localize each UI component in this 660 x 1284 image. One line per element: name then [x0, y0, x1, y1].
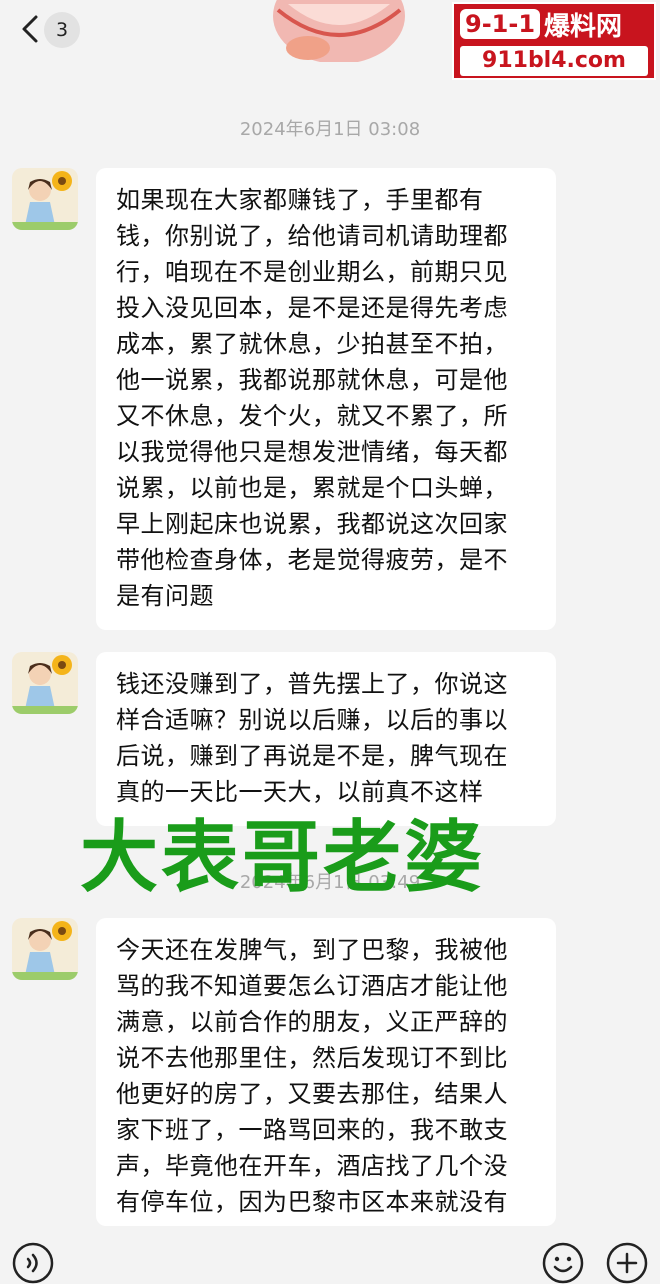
- message-line: 又不休息，发个火，就又不累了，所: [116, 402, 508, 430]
- message-line: 真的一天比一天大，以前真不这样: [116, 778, 484, 806]
- unread-count-badge[interactable]: 3: [44, 12, 80, 48]
- message-line: 满意，以前合作的朋友，义正严辞的: [116, 1008, 508, 1036]
- emoji-icon[interactable]: [542, 1242, 584, 1284]
- voice-icon[interactable]: [12, 1242, 54, 1284]
- message-line: 骂的我不知道要怎么订酒店才能让他: [116, 972, 508, 1000]
- message-bubble[interactable]: 今天还在发脾气，到了巴黎，我被他 骂的我不知道要怎么订酒店才能让他 满意，以前合作的…: [96, 918, 556, 1226]
- message-bubble[interactable]: 如果现在大家都赚钱了，手里都有 钱，你别说了，给他请司机请助理都 行，咱现在不是创业…: [96, 168, 556, 630]
- message-line: 投入没见回本，是不是还是得先考虑: [116, 294, 508, 322]
- message-timestamp: 2024年6月1日 03:08: [239, 119, 421, 140]
- message-line: 早上刚起床也说累，我都说这次回家: [116, 510, 508, 538]
- avatar-image: [12, 918, 78, 980]
- contact-avatar[interactable]: [268, 0, 410, 62]
- message-line: 样合适嘛？别说以后赚，以后的事以: [116, 706, 508, 734]
- message-line: 他更好的房了，又要去那住，结果人: [116, 1080, 508, 1108]
- message-line: 说不去他那里住，然后发现订不到比: [116, 1044, 508, 1072]
- overlay-caption: 大表哥老婆: [80, 813, 486, 903]
- chevron-left-icon[interactable]: [18, 14, 44, 44]
- message-line: 如果现在大家都赚钱了，手里都有: [116, 186, 484, 214]
- message-line: 声，毕竟他在开车，酒店找了几个没: [116, 1152, 508, 1180]
- message-line: 今天还在发脾气，到了巴黎，我被他: [116, 936, 508, 964]
- sender-avatar[interactable]: [12, 652, 78, 714]
- message-line: 家下班了，一路骂回来的，我不敢支: [116, 1116, 508, 1144]
- input-bar: [0, 1226, 660, 1284]
- message-line: 行，咱现在不是创业期么，前期只见: [116, 258, 508, 286]
- message-line: 他一说累，我都说那就休息，可是他: [116, 366, 508, 394]
- sender-avatar[interactable]: [12, 168, 78, 230]
- plus-icon[interactable]: [606, 1242, 648, 1284]
- avatar-image: [12, 168, 78, 230]
- watermark-title: 爆料网: [544, 11, 623, 42]
- sender-avatar[interactable]: [12, 918, 78, 980]
- message-line: 说累，以前也是，累就是个口头蝉，: [116, 474, 508, 502]
- message-line: 钱，你别说了，给他请司机请助理都: [116, 222, 508, 250]
- message-line: 成本，累了就休息，少拍甚至不拍，: [116, 330, 508, 358]
- message-line: 钱还没赚到了，普先摆上了，你说这: [116, 670, 508, 698]
- message-bubble[interactable]: 钱还没赚到了，普先摆上了，你说这 样合适嘛？别说以后赚，以后的事以 后说，赚到了再说…: [96, 652, 556, 826]
- message-line: 后说，赚到了再说是不是，脾气现在: [116, 742, 508, 770]
- message-line: 是有问题: [116, 582, 214, 610]
- watermark-logo: 9-1-1 爆料网 911bl4.com: [452, 2, 656, 80]
- watermark-number: 9-1-1: [460, 9, 541, 39]
- watermark-url: 911bl4.com: [460, 46, 648, 76]
- message-line: 带他检查身体，老是觉得疲劳，是不: [116, 546, 508, 574]
- avatar-image: [12, 652, 78, 714]
- message-line: 有停车位，因为巴黎市区本来就没有: [116, 1188, 508, 1216]
- message-line: 以我觉得他只是想发泄情绪，每天都: [116, 438, 508, 466]
